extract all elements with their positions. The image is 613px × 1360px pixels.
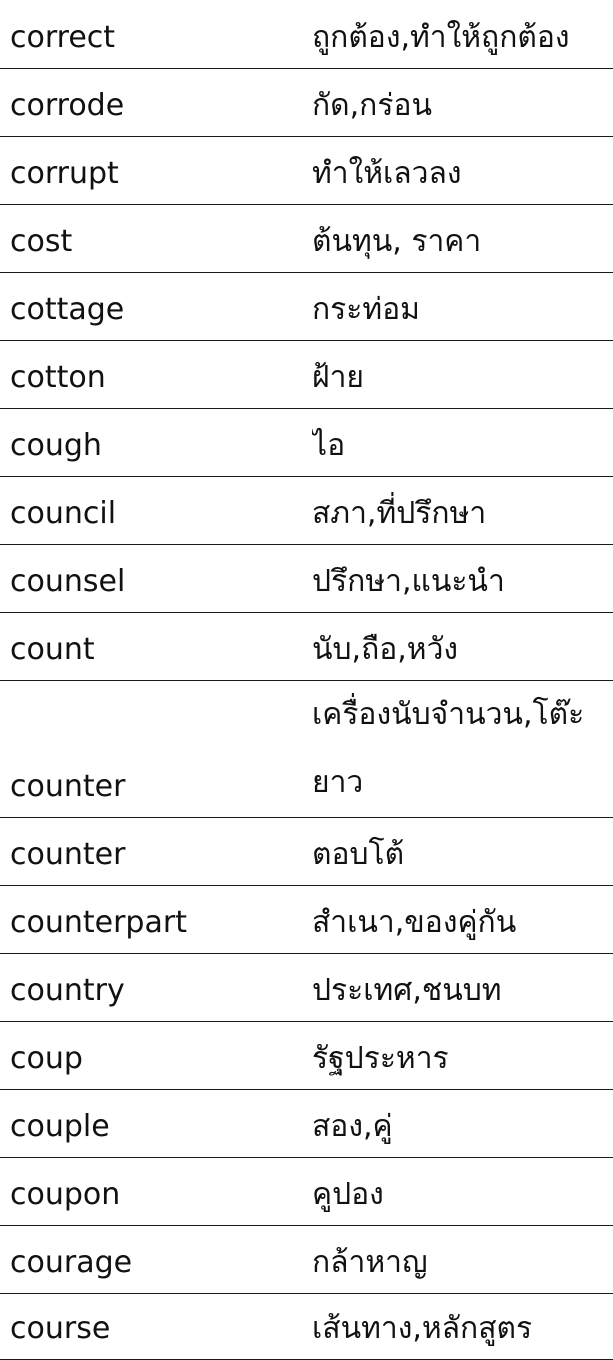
thai-meaning: คูปอง <box>312 1157 613 1226</box>
english-word: corrupt <box>0 136 312 205</box>
table-row: cost ต้นทุน, ราคา <box>0 204 613 273</box>
thai-meaning: ไอ <box>312 408 613 477</box>
table-row: counter เครื่องนับจำนวน,โต๊ะยาว <box>0 680 613 818</box>
english-word: corrode <box>0 68 312 137</box>
english-word: counterpart <box>0 885 312 954</box>
english-word: count <box>0 612 312 681</box>
table-row: country ประเทศ,ชนบท <box>0 953 613 1022</box>
thai-meaning: สำเนา,ของคู่กัน <box>312 885 613 954</box>
table-row: couple สอง,คู่ <box>0 1089 613 1158</box>
table-row: corrode กัด,กร่อน <box>0 68 613 137</box>
table-row: coupon คูปอง <box>0 1157 613 1226</box>
english-word: country <box>0 953 312 1022</box>
english-word: course <box>0 1293 312 1360</box>
thai-meaning: ต้นทุน, ราคา <box>312 204 613 273</box>
table-row: cottage กระท่อม <box>0 272 613 341</box>
thai-meaning: นับ,ถือ,หวัง <box>312 612 613 681</box>
thai-meaning: กัด,กร่อน <box>312 68 613 137</box>
thai-meaning: กล้าหาญ <box>312 1225 613 1294</box>
english-word: cotton <box>0 340 312 409</box>
english-word: cost <box>0 204 312 273</box>
english-word: cough <box>0 408 312 477</box>
english-word: courage <box>0 1225 312 1294</box>
thai-meaning: ฝ้าย <box>312 340 613 409</box>
thai-meaning: ตอบโต้ <box>312 817 613 886</box>
table-row: correct ถูกต้อง,ทำให้ถูกต้อง <box>0 0 613 69</box>
thai-meaning: สภา,ที่ปรึกษา <box>312 476 613 545</box>
thai-meaning: ปรึกษา,แนะนำ <box>312 544 613 613</box>
english-word: coup <box>0 1021 312 1090</box>
thai-meaning: กระท่อม <box>312 272 613 341</box>
table-row: cough ไอ <box>0 408 613 477</box>
table-row: counter ตอบโต้ <box>0 817 613 886</box>
table-row: courage กล้าหาญ <box>0 1225 613 1294</box>
thai-meaning: สอง,คู่ <box>312 1089 613 1158</box>
table-row: corrupt ทำให้เลวลง <box>0 136 613 205</box>
english-word: coupon <box>0 1157 312 1226</box>
table-row: council สภา,ที่ปรึกษา <box>0 476 613 545</box>
thai-meaning: เครื่องนับจำนวน,โต๊ะยาว <box>312 680 613 818</box>
english-word: couple <box>0 1089 312 1158</box>
thai-meaning: ประเทศ,ชนบท <box>312 953 613 1022</box>
table-row: coup รัฐประหาร <box>0 1021 613 1090</box>
vocabulary-table: correct ถูกต้อง,ทำให้ถูกต้อง corrode กัด… <box>0 0 613 1360</box>
english-word: cottage <box>0 272 312 341</box>
english-word: council <box>0 476 312 545</box>
english-word: counter <box>0 817 312 886</box>
thai-meaning: เส้นทาง,หลักสูตร <box>312 1293 613 1360</box>
thai-meaning: ทำให้เลวลง <box>312 136 613 205</box>
table-row: counterpart สำเนา,ของคู่กัน <box>0 885 613 954</box>
table-row: course เส้นทาง,หลักสูตร <box>0 1293 613 1360</box>
thai-meaning: รัฐประหาร <box>312 1021 613 1090</box>
table-row: count นับ,ถือ,หวัง <box>0 612 613 681</box>
english-word: counsel <box>0 544 312 613</box>
table-row: counsel ปรึกษา,แนะนำ <box>0 544 613 613</box>
thai-meaning: ถูกต้อง,ทำให้ถูกต้อง <box>312 0 613 69</box>
table-row: cotton ฝ้าย <box>0 340 613 409</box>
english-word: counter <box>0 680 312 818</box>
vocabulary-table-body: correct ถูกต้อง,ทำให้ถูกต้อง corrode กัด… <box>0 0 613 1360</box>
english-word: correct <box>0 0 312 69</box>
